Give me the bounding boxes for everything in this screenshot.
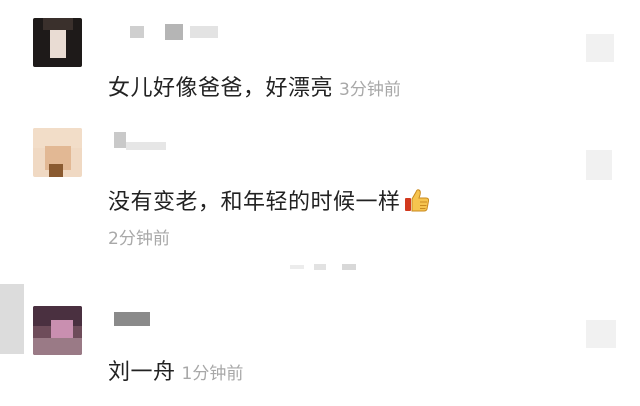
like-icon[interactable] — [586, 146, 622, 182]
username[interactable] — [110, 20, 250, 40]
comment-item: 没有变老，和年轻的时候一样 2分钟前 — [0, 124, 640, 254]
username[interactable] — [110, 130, 250, 150]
comment-item: 女儿好像爸爸，好漂亮 3分钟前 — [0, 14, 640, 104]
comment-time: 1分钟前 — [181, 364, 244, 384]
like-icon[interactable] — [586, 316, 622, 352]
comment-text: 没有变老，和年轻的时候一样 — [108, 184, 431, 220]
avatar[interactable] — [33, 128, 82, 177]
comment-text: 刘一舟 1分钟前 — [108, 354, 243, 386]
like-icon[interactable] — [586, 30, 622, 66]
comment-body: 女儿好像爸爸，好漂亮 — [108, 76, 334, 101]
comment-body: 没有变老，和年轻的时候一样 — [108, 190, 401, 215]
thumbs-up-icon — [403, 186, 431, 220]
avatar-blur — [0, 284, 24, 354]
avatar[interactable] — [33, 18, 82, 67]
divider — [290, 264, 370, 270]
avatar[interactable] — [33, 306, 82, 355]
comment-time: 3分钟前 — [339, 80, 401, 100]
comment-body: 刘一舟 — [108, 360, 176, 385]
comment-item: 刘一舟 1分钟前 — [0, 284, 640, 398]
comment-text: 女儿好像爸爸，好漂亮 3分钟前 — [108, 70, 401, 102]
comment-time: 2分钟前 — [108, 229, 170, 249]
username[interactable] — [110, 308, 250, 328]
